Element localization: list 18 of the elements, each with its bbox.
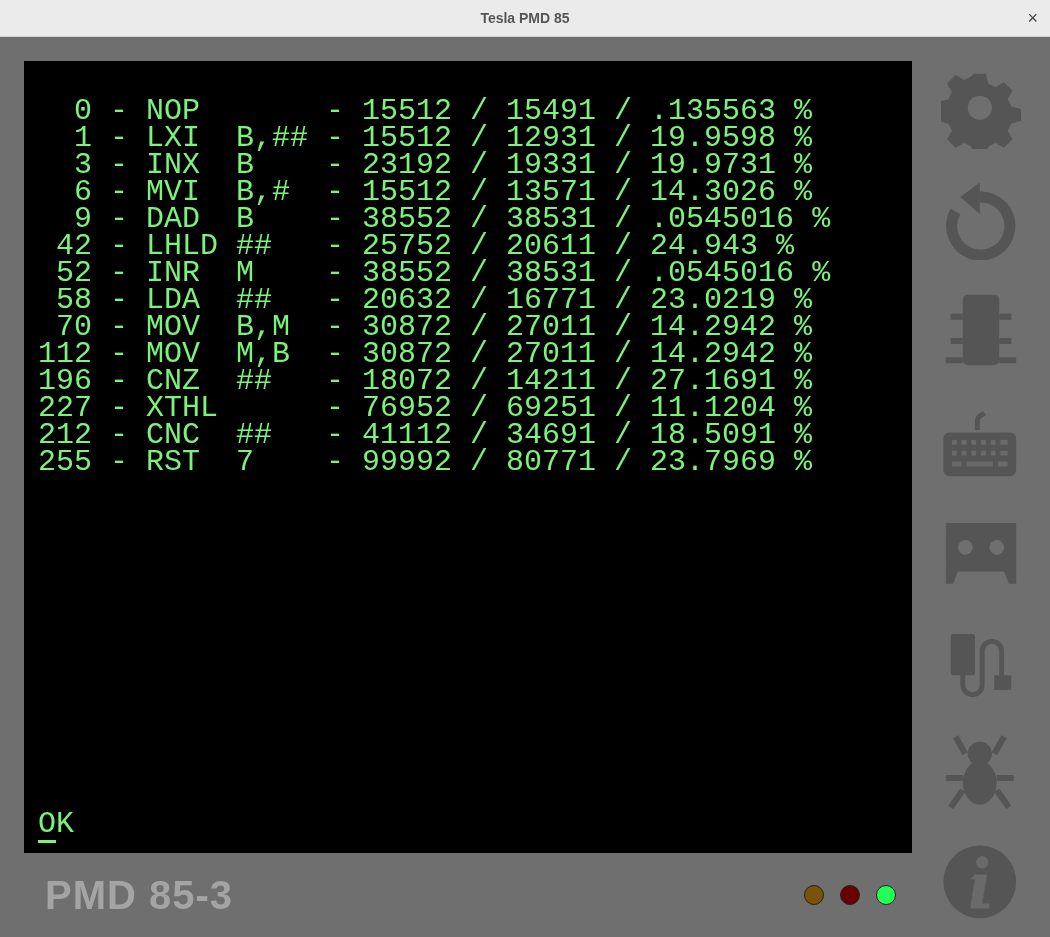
cursor — [38, 840, 56, 843]
screen-line: 255 - RST 7 - 99992 / 80771 / 23.7969 % — [38, 449, 813, 476]
screen-line: 52 - INR M - 38552 / 38531 / .0545016 % — [55, 260, 831, 287]
screen-line: 9 - DAD B - 38552 / 38531 / .0545016 % — [74, 206, 831, 233]
screen-line: 6 - MVI B,# - 15512 / 13571 / 14.3026 % — [73, 179, 813, 206]
screen-line: 70 - MOV B,M - 30872 / 27011 / 14.2942 % — [56, 314, 813, 341]
screen-line: 1 - LXI B,## - 15512 / 12931 / 19.9598 % — [73, 125, 813, 152]
prompt-text: OK — [38, 809, 74, 839]
screen-line: 58 - LDA ## - 20632 / 16771 / 23.0219 % — [55, 287, 813, 314]
screen-line: 196 - CNZ ## - 18072 / 14211 / 27.1691 % — [38, 368, 813, 395]
screen-line: 212 - CNC ## - 41112 / 34691 / 18.5091 % — [38, 422, 813, 449]
close-button[interactable]: × — [1027, 8, 1038, 28]
screen-line: 112 - MOV M,B - 30872 / 27011 / 14.2942 % — [38, 341, 813, 368]
screen-line: 3 - INX B - 23192 / 19331 / 19.9731 % — [73, 152, 813, 179]
window-title: Tesla PMD 85 — [480, 8, 570, 28]
screen-line: 42 - LHLD ## - 25752 / 20611 / 24.943 % — [55, 233, 795, 260]
screen-line: 227 - XTHL - 76952 / 69251 / 11.1204 % — [38, 395, 813, 422]
screen-line: 0 - NOP - 15512 / 15491 / .135563 % — [73, 98, 813, 125]
